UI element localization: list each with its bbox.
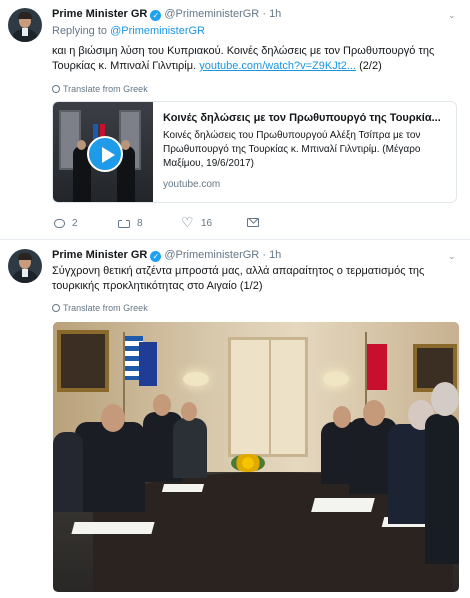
replying-to-label: Replying to bbox=[52, 25, 108, 37]
tweet-header: Prime Minister GR ✓ @PrimeministerGR · 1h bbox=[52, 249, 281, 262]
tweet-header: Prime Minister GR ✓ @PrimeministerGR · 1h bbox=[52, 8, 281, 21]
card-domain: youtube.com bbox=[163, 179, 221, 190]
translate-link[interactable]: Translate from Greek bbox=[52, 303, 148, 313]
globe-icon bbox=[52, 304, 60, 312]
translate-label[interactable]: Translate from Greek bbox=[63, 303, 148, 313]
replying-to-mention[interactable]: @PrimeministerGR bbox=[110, 25, 205, 37]
avatar[interactable] bbox=[8, 249, 42, 283]
tweet[interactable]: Prime Minister GR ✓ @PrimeministerGR · 1h … bbox=[0, 0, 470, 240]
retweet-icon bbox=[118, 217, 130, 228]
tweet-timestamp[interactable]: 1h bbox=[269, 8, 281, 20]
retweet-button[interactable]: 8 bbox=[118, 217, 143, 229]
reply-count: 2 bbox=[72, 218, 78, 229]
card-description: Κοινές δηλώσεις του Πρωθυπουργού Αλέξη Τ… bbox=[163, 130, 421, 169]
chevron-down-icon[interactable]: ⌄ bbox=[448, 251, 458, 261]
play-icon[interactable] bbox=[87, 136, 123, 172]
tweet[interactable]: Prime Minister GR ✓ @PrimeministerGR · 1h … bbox=[0, 240, 470, 598]
tweet-text: και η βιώσιμη λύση του Κυπριακού. Κοινές… bbox=[52, 44, 457, 74]
translate-link[interactable]: Translate from Greek bbox=[52, 84, 148, 94]
tweet-link[interactable]: youtube.com/watch?v=Z9KJt2... bbox=[199, 60, 356, 72]
card-title[interactable]: Κοινές δηλώσεις με τον Πρωθυπουργό της Τ… bbox=[163, 112, 451, 124]
reply-icon bbox=[54, 219, 65, 228]
globe-icon bbox=[52, 85, 60, 93]
reply-button[interactable]: 2 bbox=[54, 218, 78, 229]
direct-message-icon bbox=[247, 218, 259, 227]
tweet-text: Σύγχρονη θετική ατζέντα μπροστά μας, αλλ… bbox=[52, 265, 425, 292]
replying-to-line: Replying to @PrimeministerGR bbox=[52, 25, 205, 37]
author-handle[interactable]: @PrimeministerGR bbox=[164, 8, 259, 20]
author-name[interactable]: Prime Minister GR bbox=[52, 8, 147, 20]
author-handle[interactable]: @PrimeministerGR bbox=[164, 249, 259, 261]
author-name[interactable]: Prime Minister GR bbox=[52, 249, 147, 261]
like-count: 16 bbox=[201, 218, 213, 229]
retweet-count: 8 bbox=[137, 218, 143, 229]
verified-badge-icon: ✓ bbox=[150, 251, 162, 262]
like-icon bbox=[181, 214, 194, 231]
separator: · bbox=[262, 249, 266, 261]
separator: · bbox=[262, 8, 266, 20]
tweet-photo[interactable] bbox=[53, 322, 459, 592]
avatar[interactable] bbox=[8, 8, 42, 42]
verified-badge-icon: ✓ bbox=[150, 10, 162, 21]
direct-message-button[interactable] bbox=[247, 218, 259, 227]
like-button[interactable]: 16 bbox=[181, 214, 213, 231]
tweet-timestamp[interactable]: 1h bbox=[269, 249, 281, 261]
thread-marker: (2/2) bbox=[359, 60, 382, 72]
translate-label[interactable]: Translate from Greek bbox=[63, 84, 148, 94]
card-thumbnail[interactable] bbox=[53, 102, 153, 202]
link-card[interactable]: Κοινές δηλώσεις με τον Πρωθυπουργό της Τ… bbox=[52, 101, 457, 203]
chevron-down-icon[interactable]: ⌄ bbox=[448, 10, 458, 20]
